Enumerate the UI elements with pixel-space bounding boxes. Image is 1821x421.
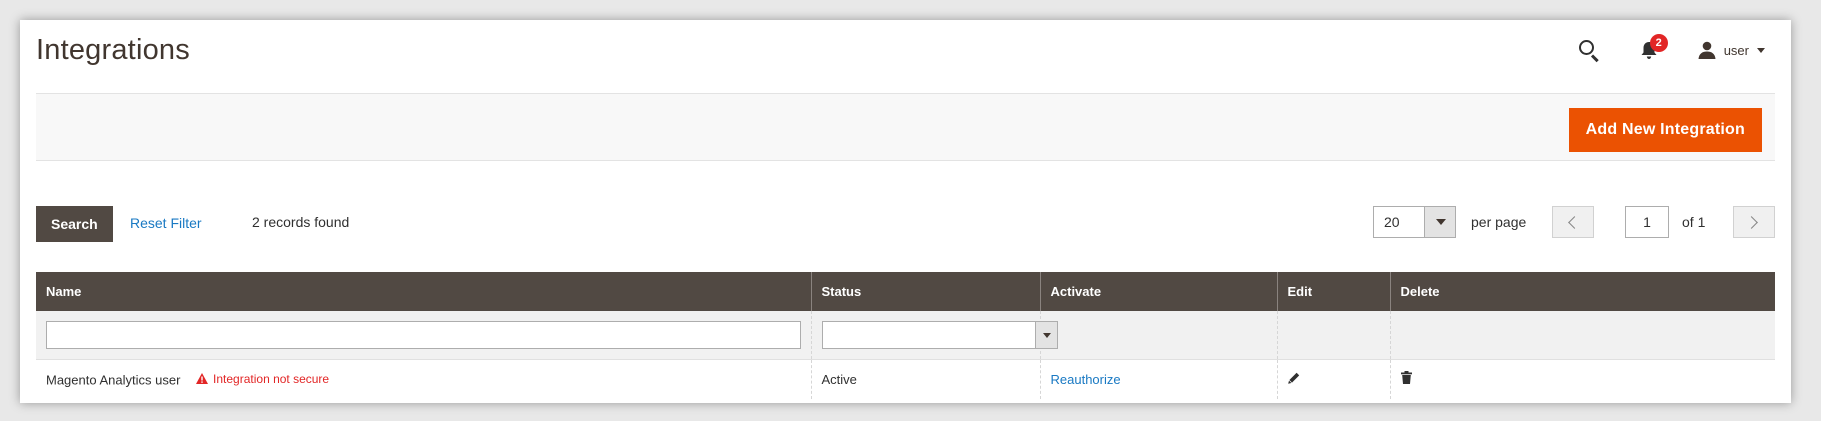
- insecure-warning: Integration not secure: [196, 372, 329, 386]
- pencil-icon: [1287, 372, 1299, 384]
- chevron-right-icon: [1745, 216, 1758, 229]
- screen-backdrop: Integrations 2 user Add New Integration …: [0, 0, 1821, 421]
- grid-controls: Search Reset Filter 2 records found 20 p…: [36, 206, 1775, 242]
- notifications-button[interactable]: 2: [1638, 34, 1668, 62]
- name-filter-cell: [36, 311, 811, 360]
- records-found-count: 2 records found: [252, 214, 350, 230]
- next-page-button[interactable]: [1733, 206, 1775, 238]
- warning-icon: [196, 373, 209, 384]
- previous-page-button[interactable]: [1552, 206, 1594, 238]
- page-title: Integrations: [36, 34, 190, 66]
- user-name: user: [1723, 42, 1749, 58]
- reset-filter-link[interactable]: Reset Filter: [130, 215, 202, 231]
- integrations-page: Integrations 2 user Add New Integration …: [20, 20, 1791, 403]
- grid-filter-row: [36, 311, 1775, 360]
- current-page-input[interactable]: [1625, 206, 1669, 238]
- filter-cell-empty: [1039, 311, 1277, 360]
- chevron-left-icon: [1568, 216, 1581, 229]
- search-icon[interactable]: [1578, 39, 1600, 63]
- chevron-down-icon: [1034, 321, 1057, 348]
- user-account-menu[interactable]: user: [1698, 41, 1765, 59]
- filter-cell-empty: [1389, 311, 1775, 360]
- search-icon-handle: [1590, 54, 1599, 63]
- delete-cell: [1389, 359, 1775, 399]
- total-pages-label: of 1: [1682, 214, 1706, 230]
- integration-status: Active: [810, 359, 1040, 399]
- delete-button[interactable]: [1400, 371, 1412, 387]
- per-page-select[interactable]: 20: [1373, 206, 1456, 238]
- chevron-down-icon: [1424, 207, 1455, 237]
- warning-text: Integration not secure: [213, 371, 330, 386]
- column-header-delete: Delete: [1389, 272, 1775, 311]
- edit-button[interactable]: [1287, 372, 1300, 387]
- status-filter-select[interactable]: [821, 320, 1058, 349]
- chevron-down-icon: [1757, 47, 1765, 53]
- search-icon-ring: [1578, 40, 1594, 55]
- column-header-activate: Activate: [1039, 272, 1277, 311]
- integration-name: Magento Analytics user: [46, 372, 181, 387]
- filter-cell-empty: [1276, 311, 1390, 360]
- name-filter-input[interactable]: [46, 320, 801, 349]
- page-actions-bar: Add New Integration: [36, 93, 1775, 161]
- user-icon: [1698, 41, 1716, 59]
- grid-header-row: Name Status Activate Edit Delete: [36, 272, 1775, 311]
- column-header-edit: Edit: [1276, 272, 1390, 311]
- notification-count-badge: 2: [1649, 34, 1668, 52]
- column-header-name[interactable]: Name: [36, 272, 811, 311]
- status-filter-cell: [810, 311, 1058, 360]
- table-row: Magento Analytics user Integration not s…: [36, 359, 1775, 399]
- activate-cell: Reauthorize: [1039, 359, 1277, 399]
- reauthorize-link[interactable]: Reauthorize: [1051, 372, 1121, 387]
- add-new-integration-button[interactable]: Add New Integration: [1568, 108, 1762, 152]
- search-button[interactable]: Search: [36, 206, 113, 242]
- per-page-label: per page: [1471, 214, 1527, 230]
- integrations-grid: Name Status Activate Edit Delete Magento…: [36, 272, 1775, 399]
- edit-cell: [1276, 359, 1390, 399]
- header-actions: 2 user: [1578, 34, 1765, 64]
- integration-name-cell: Magento Analytics user Integration not s…: [36, 359, 811, 399]
- trash-icon: [1400, 371, 1412, 385]
- per-page-value: 20: [1384, 214, 1400, 230]
- column-header-status[interactable]: Status: [810, 272, 1040, 311]
